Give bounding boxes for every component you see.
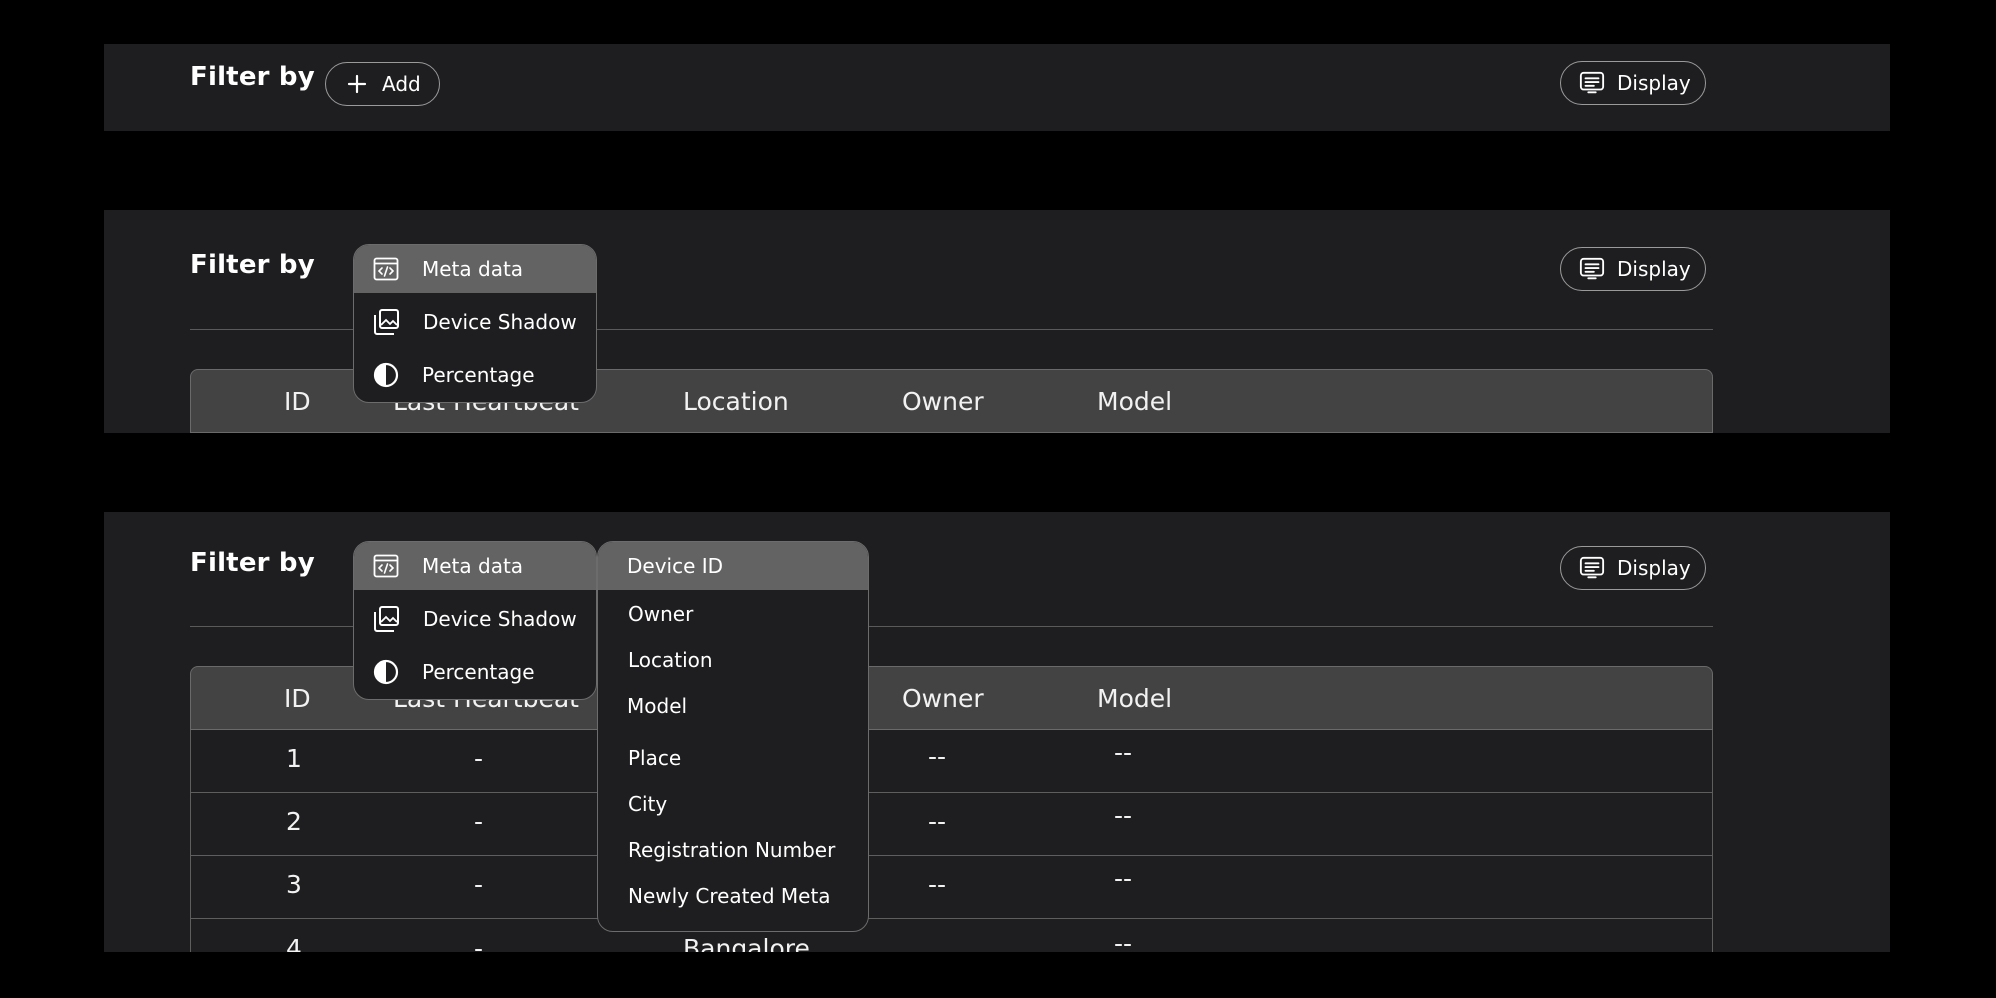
- menu-item-label: Device Shadow: [423, 607, 577, 631]
- submenu-item-place[interactable]: Place: [598, 736, 868, 780]
- submenu-item-model[interactable]: Model: [598, 684, 868, 728]
- submenu-item-owner[interactable]: Owner: [598, 592, 868, 636]
- column-header-location[interactable]: Location: [683, 370, 789, 432]
- cell-owner: --: [928, 742, 947, 771]
- column-header-model[interactable]: Model: [1097, 370, 1172, 432]
- filter-bar-menu-open: Filter by Display ID Last Heartbeat Loca…: [104, 210, 1890, 433]
- column-header-id[interactable]: ID: [284, 667, 311, 729]
- image-stack-icon: [372, 605, 400, 633]
- display-icon: [1579, 70, 1605, 96]
- menu-item-label: Meta data: [422, 257, 524, 281]
- display-button[interactable]: Display: [1560, 61, 1706, 105]
- cell-id: 3: [286, 870, 302, 899]
- cell-model: --: [1114, 929, 1133, 952]
- filter-type-menu: Meta data Device Shadow Percentage: [353, 541, 597, 700]
- filter-by-label: Filter by: [190, 548, 315, 578]
- menu-item-label: Device Shadow: [423, 310, 577, 334]
- add-filter-button[interactable]: Add: [325, 62, 440, 106]
- cell-heartbeat: -: [474, 934, 484, 952]
- column-header-owner[interactable]: Owner: [902, 667, 984, 729]
- table-row[interactable]: 1 - -- --: [190, 730, 1713, 793]
- filter-type-menu: Meta data Device Shadow Percentage: [353, 244, 597, 403]
- cell-id: 4: [286, 934, 302, 952]
- filter-bar-submenu-open: Filter by Display ID Last Heartbeat Loca…: [104, 512, 1890, 952]
- cell-model: --: [1114, 801, 1133, 830]
- menu-item-meta-data[interactable]: Meta data: [354, 542, 596, 590]
- code-window-icon: [372, 552, 400, 580]
- image-stack-icon: [372, 308, 400, 336]
- menu-item-percentage[interactable]: Percentage: [354, 648, 596, 696]
- add-button-label: Add: [382, 72, 421, 96]
- submenu-item-device-id[interactable]: Device ID: [598, 542, 868, 590]
- cell-owner: --: [928, 870, 947, 899]
- menu-item-percentage[interactable]: Percentage: [354, 351, 596, 399]
- menu-item-device-shadow[interactable]: Device Shadow: [354, 595, 596, 643]
- column-header-owner[interactable]: Owner: [902, 370, 984, 432]
- menu-item-meta-data[interactable]: Meta data: [354, 245, 596, 293]
- display-button-label: Display: [1617, 556, 1691, 580]
- submenu-item-newly-created-meta[interactable]: Newly Created Meta: [598, 874, 868, 918]
- display-icon: [1579, 555, 1605, 581]
- cell-heartbeat: -: [474, 744, 484, 773]
- cell-heartbeat: -: [474, 870, 484, 899]
- cell-owner: --: [928, 807, 947, 836]
- half-circle-icon: [372, 361, 400, 389]
- display-button[interactable]: Display: [1560, 247, 1706, 291]
- display-button-label: Display: [1617, 257, 1691, 281]
- meta-data-submenu: Device ID Owner Location Model Place Cit…: [597, 541, 869, 932]
- menu-item-label: Meta data: [422, 554, 524, 578]
- half-circle-icon: [372, 658, 400, 686]
- filter-bar-collapsed: Filter by Add Display: [104, 44, 1890, 131]
- menu-item-label: Percentage: [422, 660, 535, 684]
- column-header-id[interactable]: ID: [284, 370, 311, 432]
- cell-id: 1: [286, 744, 302, 773]
- table-row[interactable]: 2 - -- --: [190, 793, 1713, 856]
- display-icon: [1579, 256, 1605, 282]
- cell-model: --: [1114, 864, 1133, 893]
- cell-location: Bangalore: [683, 934, 810, 952]
- cell-id: 2: [286, 807, 302, 836]
- column-header-model[interactable]: Model: [1097, 667, 1172, 729]
- code-window-icon: [372, 255, 400, 283]
- submenu-item-location[interactable]: Location: [598, 638, 868, 682]
- menu-item-device-shadow[interactable]: Device Shadow: [354, 298, 596, 346]
- filter-by-label: Filter by: [190, 62, 315, 92]
- menu-item-label: Percentage: [422, 363, 535, 387]
- cell-heartbeat: -: [474, 807, 484, 836]
- submenu-item-city[interactable]: City: [598, 782, 868, 826]
- cell-model: --: [1114, 738, 1133, 767]
- table-row[interactable]: 3 - -- --: [190, 856, 1713, 919]
- submenu-item-registration-number[interactable]: Registration Number: [598, 828, 868, 872]
- table-row[interactable]: 4 - Bangalore --: [190, 919, 1713, 952]
- display-button-label: Display: [1617, 71, 1691, 95]
- display-button[interactable]: Display: [1560, 546, 1706, 590]
- plus-icon: [344, 71, 370, 97]
- filter-by-label: Filter by: [190, 250, 315, 280]
